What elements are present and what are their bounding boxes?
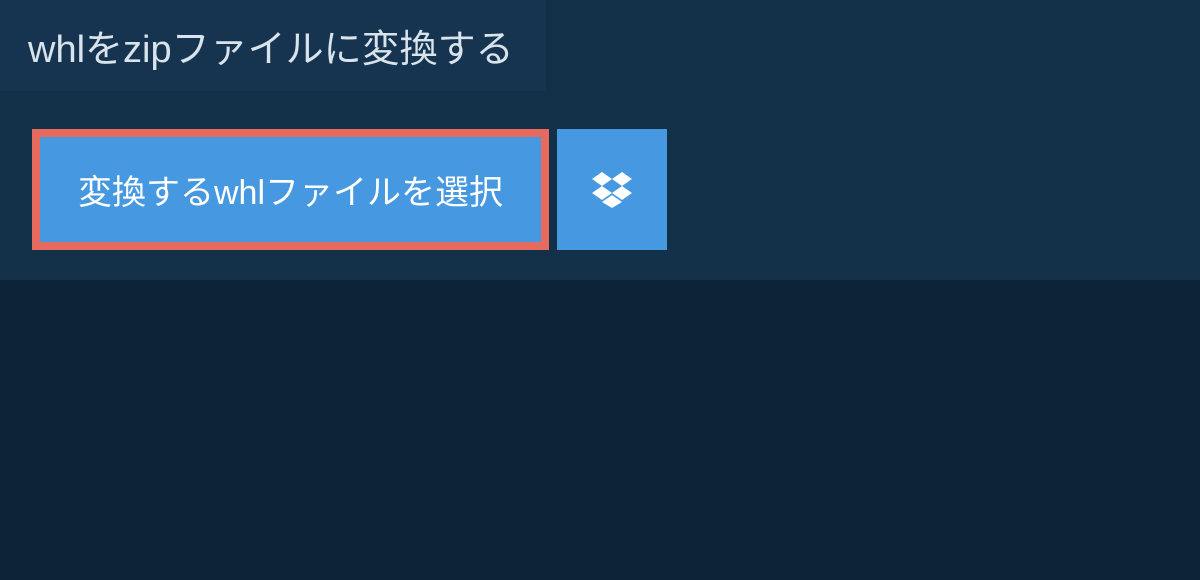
converter-panel: whlをzipファイルに変換する 変換するwhlファイルを選択 xyxy=(0,0,1200,280)
title-bar: whlをzipファイルに変換する xyxy=(0,0,546,91)
select-file-button-label: 変換するwhlファイルを選択 xyxy=(78,165,503,214)
page-title: whlをzipファイルに変換する xyxy=(28,29,514,71)
dropbox-button[interactable] xyxy=(557,129,667,250)
select-file-button[interactable]: 変換するwhlファイルを選択 xyxy=(32,129,549,250)
dropbox-icon xyxy=(592,172,632,208)
button-row: 変換するwhlファイルを選択 xyxy=(32,129,1200,250)
